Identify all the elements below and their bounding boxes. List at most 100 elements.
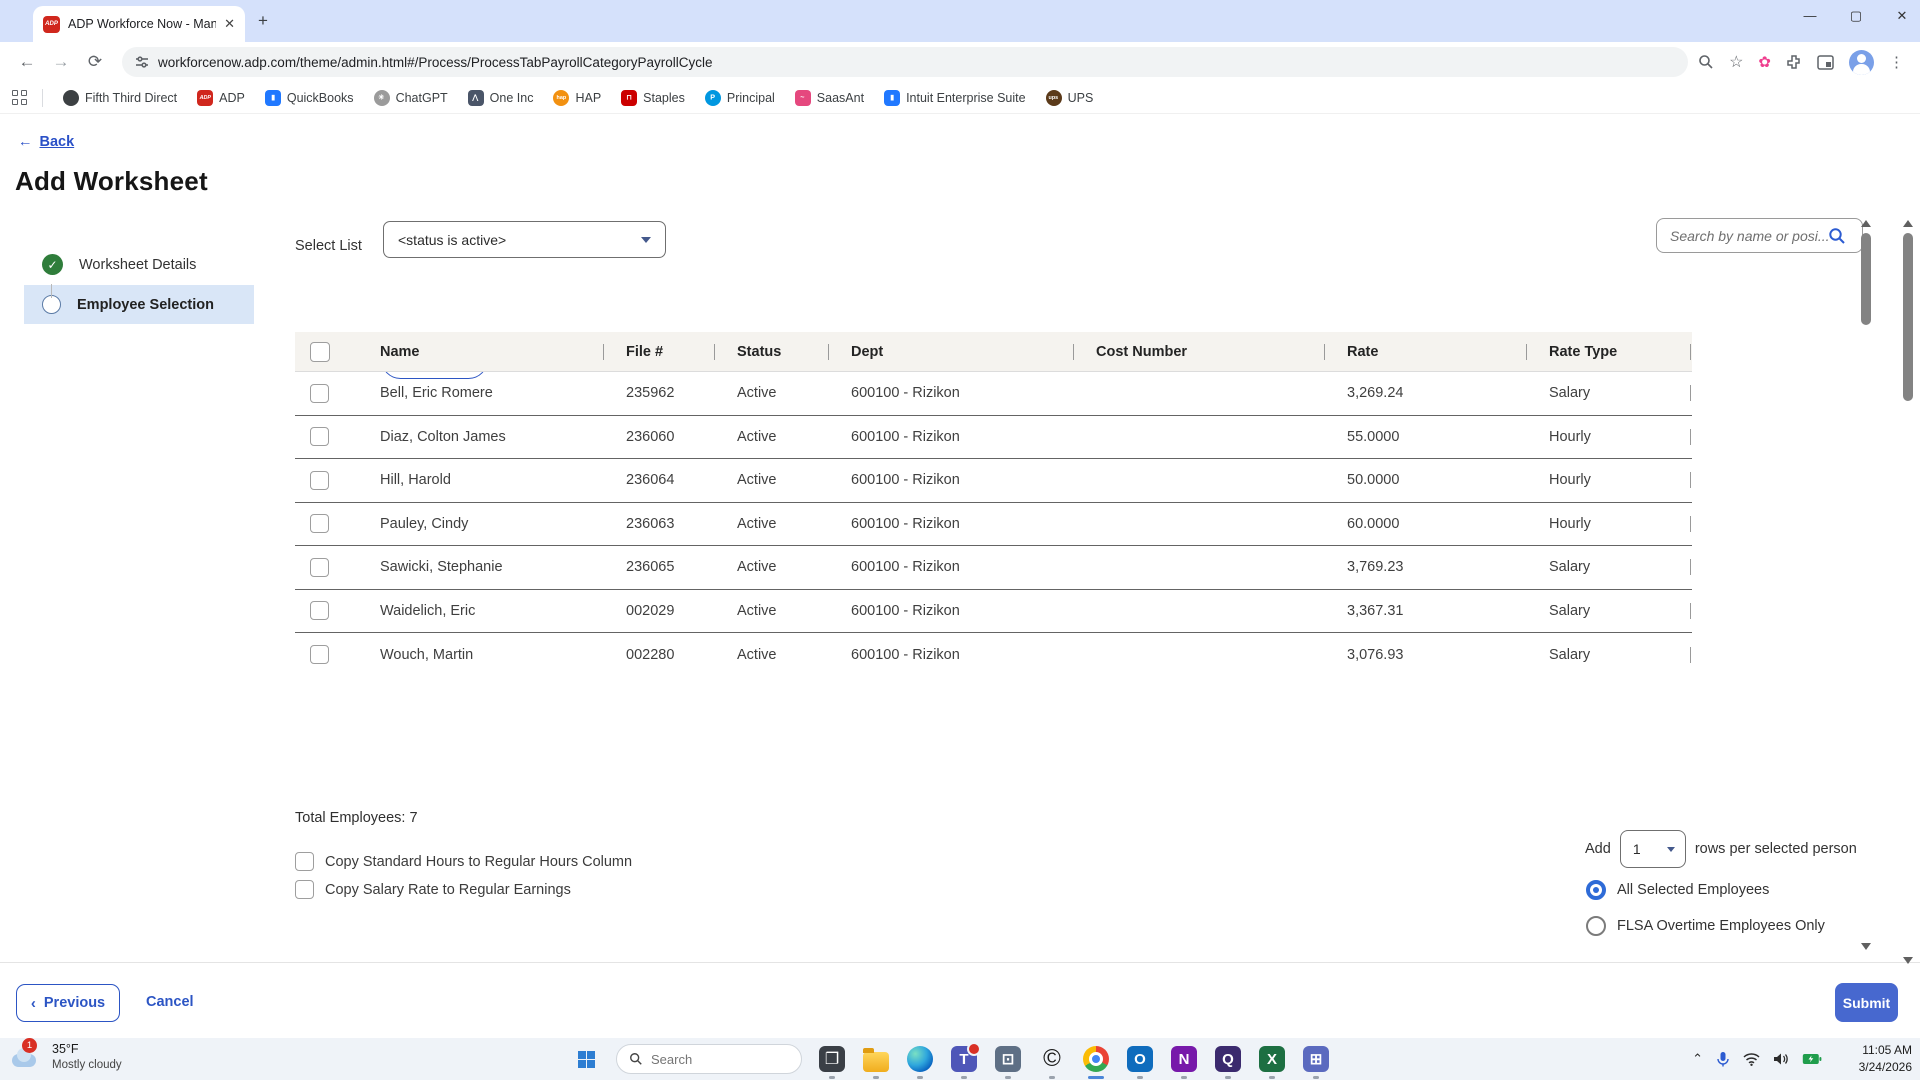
taskbar-search-input[interactable] (651, 1052, 771, 1067)
table-row[interactable]: Sawicki, Stephanie 236065 Active 600100 … (295, 546, 1692, 590)
browser-menu-icon[interactable]: ⋮ (1889, 53, 1904, 71)
window-maximize-icon[interactable]: ▢ (1846, 8, 1866, 24)
scrollbar-thumb[interactable] (1861, 233, 1871, 325)
table-row[interactable]: Pauley, Cindy 236063 Active 600100 - Riz… (295, 503, 1692, 547)
browser-scrollbar[interactable] (1900, 218, 1916, 966)
pc-app-icon[interactable]: ⊡ (988, 1039, 1028, 1079)
content-scrollbar[interactable] (1858, 218, 1874, 952)
extension-pink-icon[interactable]: ✿ (1758, 53, 1771, 71)
scroll-up-icon[interactable] (1903, 220, 1913, 227)
microphone-icon[interactable] (1716, 1051, 1730, 1067)
option-checkbox[interactable] (295, 880, 314, 899)
rows-count-dropdown[interactable]: 1 (1620, 830, 1686, 868)
tab-close-icon[interactable]: ✕ (224, 16, 235, 32)
select-list-dropdown[interactable]: <status is active> (383, 221, 666, 258)
excel-icon[interactable]: X (1252, 1039, 1292, 1079)
windows-start-icon[interactable] (566, 1039, 606, 1079)
radio-icon[interactable] (1586, 880, 1606, 900)
option-checkbox[interactable] (295, 852, 314, 871)
site-settings-icon[interactable] (135, 55, 149, 69)
scope-radio-option[interactable]: FLSA Overtime Employees Only (1586, 916, 1825, 936)
scope-radio-option[interactable]: All Selected Employees (1586, 880, 1825, 900)
bookmark-item[interactable]: ~ SaasAnt (787, 87, 872, 109)
copy-option[interactable]: Copy Standard Hours to Regular Hours Col… (295, 852, 632, 871)
weather-widget[interactable]: 1 35°F Mostly cloudy (10, 1040, 122, 1074)
column-header-cost-number[interactable]: Cost Number (1073, 344, 1324, 360)
chrome-icon[interactable] (1076, 1039, 1116, 1079)
c-circle-app-icon[interactable]: © (1032, 1039, 1072, 1079)
bookmark-item[interactable]: ⊓ Staples (613, 87, 693, 109)
column-header-rate[interactable]: Rate (1324, 344, 1526, 360)
column-header-name[interactable]: Name (357, 344, 603, 360)
bookmark-item[interactable]: hap HAP (545, 87, 609, 109)
search-input[interactable] (1670, 228, 1828, 244)
scroll-up-icon[interactable] (1861, 220, 1871, 227)
bookmark-item[interactable]: ⋀ One Inc (460, 87, 542, 109)
bookmark-item[interactable]: P Principal (697, 87, 783, 109)
bookmark-item[interactable]: Fifth Third Direct (55, 87, 185, 109)
row-checkbox[interactable] (310, 427, 329, 446)
table-row[interactable]: Waidelich, Eric 002029 Active 600100 - R… (295, 590, 1692, 634)
tray-overflow-icon[interactable]: ⌃ (1692, 1051, 1703, 1067)
battery-charging-icon[interactable] (1802, 1052, 1822, 1066)
previous-button[interactable]: ‹ Previous (16, 984, 120, 1022)
row-checkbox[interactable] (310, 471, 329, 490)
wifi-icon[interactable] (1743, 1052, 1760, 1066)
cancel-link[interactable]: Cancel (146, 994, 194, 1010)
edge-icon[interactable] (900, 1039, 940, 1079)
back-nav-icon[interactable]: ← (10, 52, 44, 72)
back-link[interactable]: ← Back (18, 134, 74, 150)
url-bar[interactable]: workforcenow.adp.com/theme/admin.html#/P… (122, 47, 1688, 77)
browser-tab[interactable]: ADP ADP Workforce Now - Manage ✕ (33, 6, 245, 42)
window-minimize-icon[interactable]: — (1800, 8, 1820, 24)
zoom-icon[interactable] (1698, 54, 1714, 70)
bookmark-item[interactable]: ✳ ChatGPT (366, 87, 456, 109)
row-checkbox[interactable] (310, 384, 329, 403)
file-explorer-icon[interactable] (856, 1039, 896, 1079)
calculator-icon[interactable]: ⊞ (1296, 1039, 1336, 1079)
table-row[interactable]: Wouch, Martin 002280 Active 600100 - Riz… (295, 633, 1692, 677)
onenote-icon[interactable]: N (1164, 1039, 1204, 1079)
bookmark-item[interactable]: ▮ QuickBooks (257, 87, 362, 109)
task-view-icon[interactable]: ❐ (812, 1039, 852, 1079)
outlook-icon[interactable]: O (1120, 1039, 1160, 1079)
column-header-rate-type[interactable]: Rate Type (1526, 344, 1667, 360)
select-all-checkbox[interactable] (310, 342, 330, 362)
q-app-icon[interactable]: Q (1208, 1039, 1248, 1079)
scrollbar-thumb[interactable] (1903, 233, 1913, 401)
column-header-dept[interactable]: Dept (828, 344, 1073, 360)
forward-nav-icon[interactable]: → (44, 52, 78, 72)
speaker-icon[interactable] (1773, 1052, 1789, 1066)
teams-icon[interactable]: T (944, 1039, 984, 1079)
radio-icon[interactable] (1586, 916, 1606, 936)
bookmark-item[interactable]: ADP ADP (189, 87, 253, 109)
column-header-status[interactable]: Status (714, 344, 828, 360)
bookmark-item[interactable]: ups UPS (1038, 87, 1102, 109)
new-tab-button[interactable]: + (258, 11, 268, 31)
extensions-puzzle-icon[interactable] (1786, 54, 1802, 70)
clock[interactable]: 11:05 AM 3/24/2026 (1859, 1042, 1912, 1076)
step-employee-selection[interactable]: Employee Selection (24, 285, 254, 324)
taskbar-search[interactable] (616, 1044, 802, 1074)
step-worksheet-details[interactable]: ✓ Worksheet Details (24, 244, 254, 285)
bookmark-item[interactable]: ▮ Intuit Enterprise Suite (876, 87, 1034, 109)
reload-icon[interactable]: ⟳ (78, 52, 112, 72)
row-checkbox[interactable] (310, 558, 329, 577)
scroll-down-icon[interactable] (1861, 943, 1871, 950)
profile-avatar[interactable] (1849, 50, 1874, 75)
column-header-file[interactable]: File # (603, 344, 714, 360)
table-row[interactable]: Diaz, Colton James 236060 Active 600100 … (295, 416, 1692, 460)
scroll-down-icon[interactable] (1903, 957, 1913, 964)
submit-button[interactable]: Submit (1835, 983, 1898, 1022)
row-checkbox[interactable] (310, 645, 329, 664)
copy-option[interactable]: Copy Salary Rate to Regular Earnings (295, 880, 632, 899)
search-icon[interactable] (1828, 227, 1846, 245)
bookmark-star-icon[interactable]: ☆ (1729, 52, 1743, 72)
table-row[interactable]: Bell, Eric Romere 235962 Active 600100 -… (295, 372, 1692, 416)
row-checkbox[interactable] (310, 514, 329, 533)
row-checkbox[interactable] (310, 601, 329, 620)
apps-grid-icon[interactable] (12, 90, 28, 106)
browser-window-icon[interactable] (1817, 55, 1834, 70)
table-row[interactable]: Hill, Harold 236064 Active 600100 - Rizi… (295, 459, 1692, 503)
window-close-icon[interactable]: ✕ (1892, 8, 1912, 24)
